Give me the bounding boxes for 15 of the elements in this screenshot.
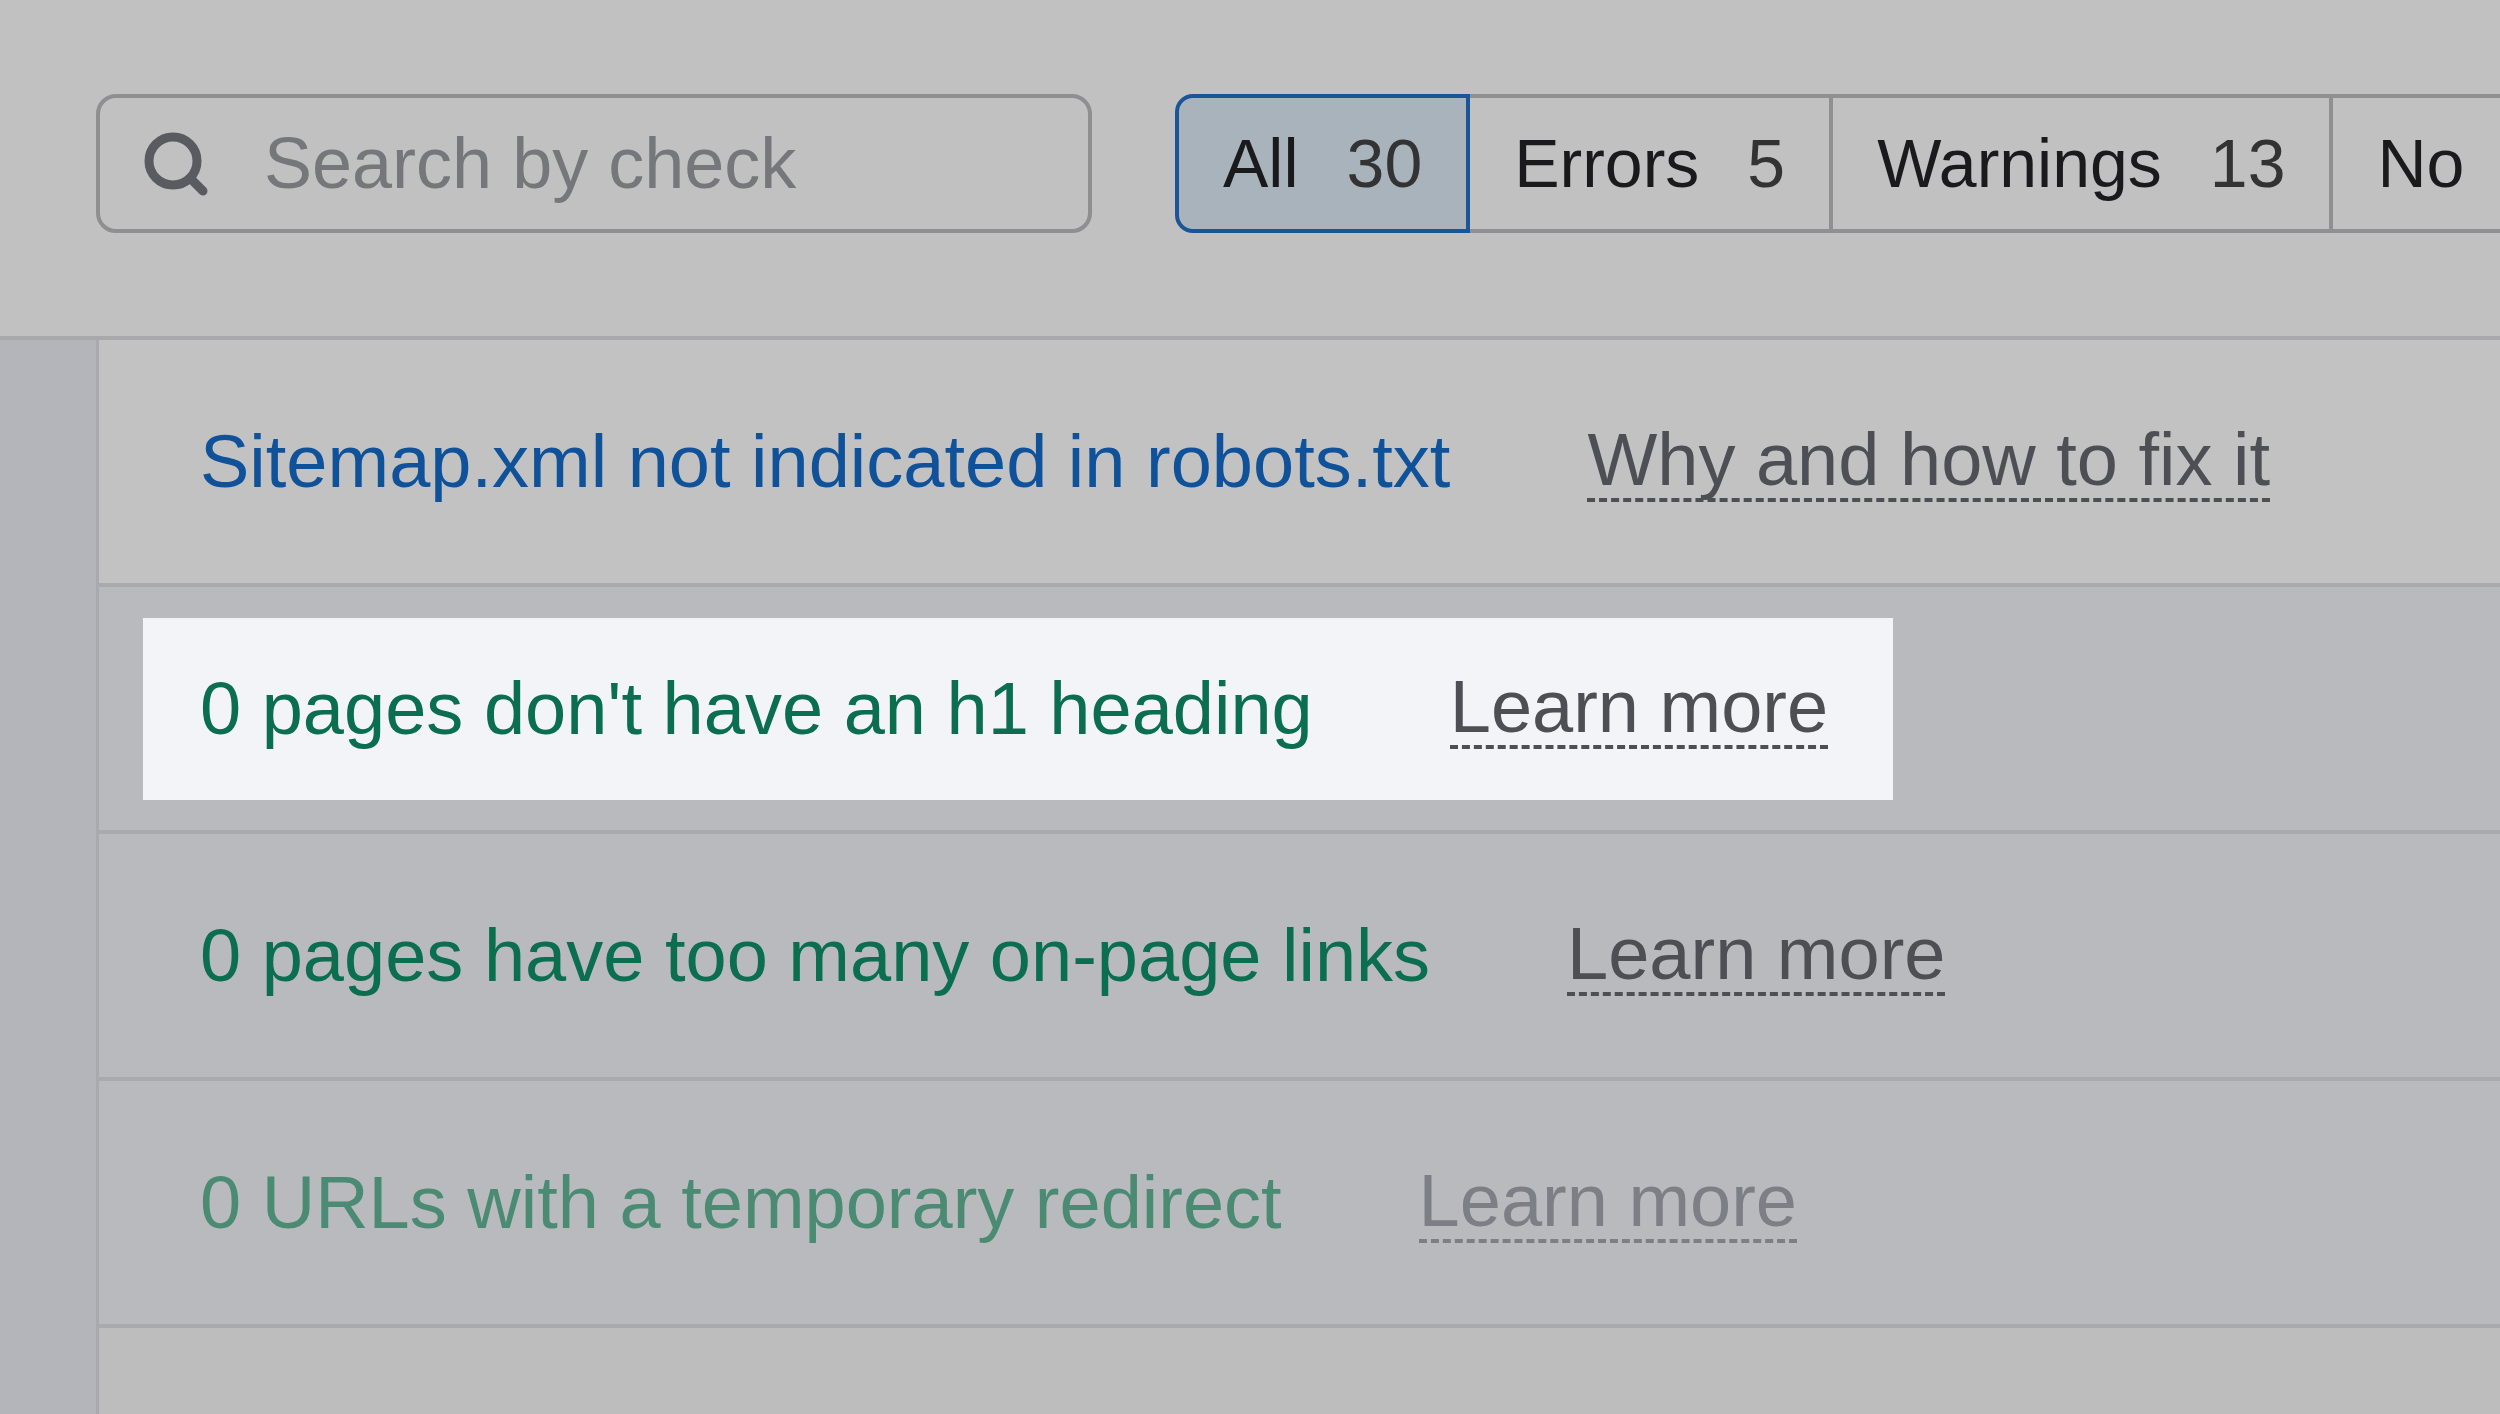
filter-tab[interactable]: All 30: [1175, 93, 1471, 233]
help-link[interactable]: Learn more: [1567, 914, 1946, 997]
search-field[interactable]: Search by check: [96, 93, 1092, 233]
tab-count: 30: [1346, 124, 1423, 202]
tab-label: No: [2377, 124, 2465, 202]
tab-label: All: [1223, 124, 1299, 202]
tab-label: Errors: [1514, 124, 1700, 202]
tab-count: 5: [1747, 124, 1786, 202]
check-title[interactable]: 0 pages have too many on-page links: [200, 913, 1431, 998]
tab-label: Warnings: [1877, 124, 2162, 202]
check-title[interactable]: 0 pages don't have an h1 heading: [200, 666, 1313, 751]
help-link[interactable]: Learn more: [1449, 667, 1829, 750]
check-title[interactable]: Sitemap.xml not indicated in robots.txt: [200, 419, 1451, 504]
tab-count: 13: [2209, 124, 2286, 202]
help-link[interactable]: Why and how to fix it: [1587, 420, 2271, 503]
